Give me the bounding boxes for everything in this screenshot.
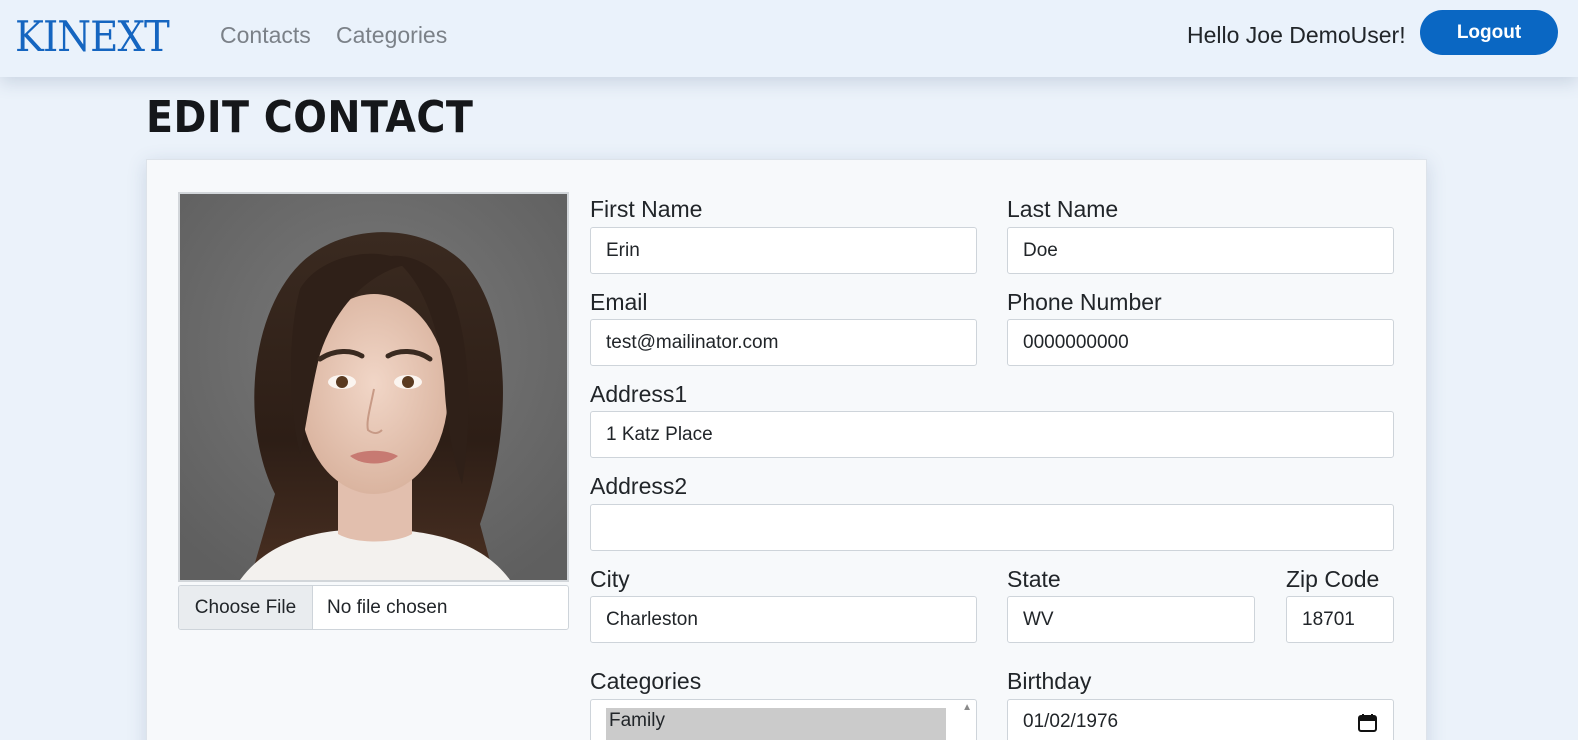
last-name-label: Last Name [1007, 196, 1119, 222]
city-label: City [590, 566, 630, 592]
category-option-family[interactable]: Family [606, 708, 946, 740]
user-greeting: Hello Joe DemoUser! [1187, 22, 1406, 48]
photo-file-input[interactable]: Choose File No file chosen [178, 585, 569, 630]
categories-multiselect[interactable]: Family ▲ [590, 699, 977, 740]
logout-button[interactable]: Logout [1420, 10, 1558, 55]
city-input[interactable] [590, 596, 977, 643]
email-label: Email [590, 289, 648, 315]
first-name-input[interactable] [590, 227, 977, 274]
last-name-input[interactable] [1007, 227, 1394, 274]
zip-input[interactable] [1286, 596, 1394, 643]
contact-portrait-image [180, 194, 567, 580]
address2-label: Address2 [590, 473, 688, 499]
contact-photo [178, 192, 569, 582]
state-input[interactable] [1007, 596, 1255, 643]
address1-label: Address1 [590, 381, 688, 407]
nav-contacts-link[interactable]: Contacts [220, 22, 311, 49]
page-title: EDIT CONTACT [146, 92, 474, 143]
choose-file-button[interactable]: Choose File [179, 586, 313, 629]
address2-input[interactable] [590, 504, 1394, 551]
birthday-value: 01/02/1976 [1023, 711, 1119, 732]
brand-logo[interactable]: KINEXT [15, 12, 170, 61]
state-label: State [1007, 566, 1061, 592]
nav-categories-link[interactable]: Categories [336, 22, 447, 49]
zip-label: Zip Code [1286, 566, 1380, 592]
birthday-label: Birthday [1007, 668, 1092, 694]
categories-label: Categories [590, 668, 702, 694]
file-status-text: No file chosen [327, 597, 448, 618]
scroll-up-icon[interactable]: ▲ [962, 702, 972, 713]
phone-input[interactable] [1007, 319, 1394, 366]
top-navbar: KINEXT Contacts Categories Hello Joe Dem… [0, 0, 1578, 77]
address1-input[interactable] [590, 411, 1394, 458]
birthday-date-input[interactable]: 01/02/1976 [1007, 699, 1394, 740]
calendar-icon[interactable] [1358, 714, 1377, 732]
email-input[interactable] [590, 319, 977, 366]
first-name-label: First Name [590, 196, 703, 222]
phone-label: Phone Number [1007, 289, 1162, 315]
